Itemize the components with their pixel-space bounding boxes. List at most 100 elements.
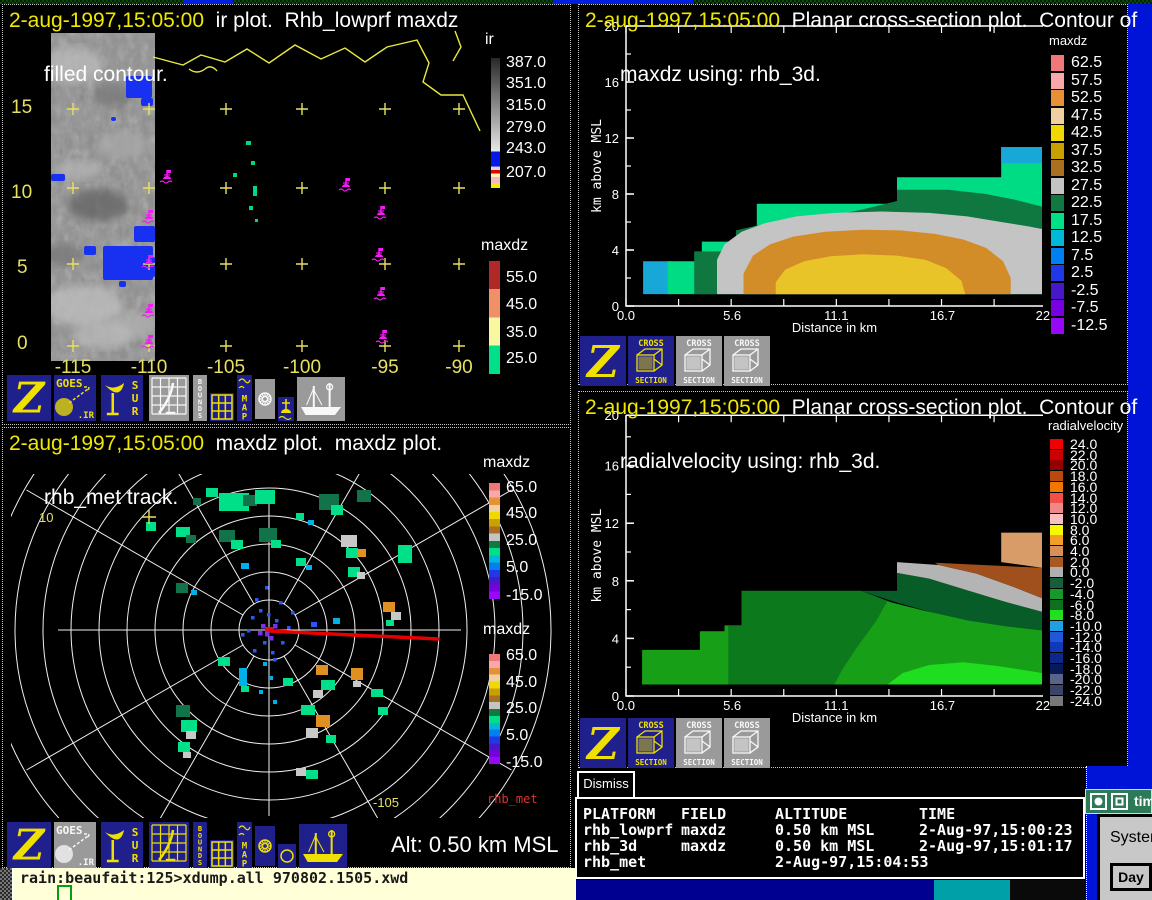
dismiss-button[interactable]: Dismiss	[577, 771, 635, 800]
bounds-icon: BOUNDS	[193, 822, 207, 868]
toolbar-button-map[interactable]: MAP	[237, 822, 252, 868]
screen: 151050-115-110-105-100-95-90 2-aug-1997,…	[0, 0, 1152, 900]
z-icon: Z	[580, 718, 626, 768]
toolbar-button-bounds[interactable]: BOUNDS	[193, 822, 207, 868]
table-row: rhb_lowprfmaxdz0.50 km MSL2-Aug-97,15:00…	[577, 821, 1083, 837]
svg-text:GOES: GOES	[56, 824, 83, 837]
panel-radialvelocity-cross-section: 0481216200.05.611.116.722Distance in kmk…	[578, 391, 1128, 768]
colorbar-swatch	[1050, 578, 1063, 588]
toolbar-button-cross[interactable]: CROSSSECTION	[724, 718, 770, 768]
colorbar-swatch	[1050, 674, 1063, 684]
svg-text:0.0: 0.0	[617, 308, 635, 323]
colorbar-tick-label: 32.5	[1071, 159, 1102, 177]
toolbar-button-gear[interactable]	[255, 379, 275, 419]
title-line2: filled contour.	[44, 63, 168, 86]
colorbar-swatch	[1050, 471, 1063, 481]
panel-title: 2-aug-1997,15:05:00 maxdz plot. maxdz pl…	[9, 430, 442, 511]
toolbar-button-map[interactable]: MAP	[237, 375, 252, 421]
toolbar-button-grid3[interactable]	[210, 393, 234, 421]
map-icon: MAP	[237, 822, 252, 868]
table-header-row: PLATFORMFIELDALTITUDETIME	[577, 805, 1083, 821]
toolbar-button-sur[interactable]: SUR	[101, 375, 143, 421]
colorbar-tick-label: 22.5	[1071, 194, 1102, 212]
svg-text:R: R	[132, 852, 139, 865]
time-window-titlebar[interactable]: tim	[1085, 789, 1152, 814]
svg-text:Z: Z	[585, 719, 621, 768]
toolbar-button-ship[interactable]	[297, 377, 345, 421]
colorbar-gradient	[489, 483, 500, 599]
maxdz-colorbar-title: maxdz	[483, 454, 530, 472]
title-line2: radialvelocity using: rhb_3d.	[620, 450, 880, 473]
colorbar-swatch	[1050, 546, 1063, 556]
colorbar-tick-label: 27.5	[1071, 177, 1102, 195]
toolbar-button-goes[interactable]: GOES.IR	[54, 375, 96, 421]
svg-text:5.6: 5.6	[723, 308, 741, 323]
colorbar-swatch	[1051, 73, 1064, 89]
toolbar-button-goes[interactable]: GOES.IR	[54, 822, 96, 868]
svg-text:Distance in km: Distance in km	[792, 320, 877, 335]
colorbar-tick-label: 35.0	[506, 324, 537, 342]
map-icon: MAP	[237, 375, 252, 421]
cross-icon: CROSSSECTION	[628, 336, 674, 386]
svg-text:U: U	[132, 839, 139, 852]
top-edge-blue-segment	[553, 0, 693, 4]
svg-text:S: S	[132, 379, 139, 392]
toolbar-button-bounds[interactable]: BOUNDS	[193, 375, 207, 421]
toolbar-button-cross[interactable]: CROSSSECTION	[628, 718, 674, 768]
toolbar-button-gridradar[interactable]	[149, 822, 189, 868]
track-platform-label: rhb_met	[487, 792, 538, 806]
toolbar-button-z[interactable]: Z	[580, 718, 626, 768]
toolbar-button-gridradar[interactable]	[149, 375, 189, 421]
bottom-strip-navy	[576, 878, 934, 900]
toolbar-button-cross[interactable]: CROSSSECTION	[628, 336, 674, 386]
toolbar-button-circle[interactable]	[278, 844, 296, 868]
goes-icon: GOES.IR	[54, 822, 96, 868]
toolbar-button-sur[interactable]: SUR	[101, 822, 143, 868]
colorbar-swatch	[1051, 195, 1064, 211]
terminal-scrollbar[interactable]	[0, 868, 13, 900]
toolbar-button-buoy[interactable]	[278, 397, 294, 421]
svg-text:km above MSL: km above MSL	[590, 119, 605, 213]
toolbar-button-z[interactable]: Z	[7, 375, 51, 421]
colorbar-tick-label: 315.0	[506, 97, 546, 115]
colorbar-tick-label: 55.0	[506, 269, 537, 287]
window-iconify-button[interactable]	[1111, 793, 1128, 810]
terminal-window[interactable]: rain:beaufait:125>xdump.all 970802.1505.…	[0, 868, 576, 900]
toolbar-button-cross[interactable]: CROSSSECTION	[676, 336, 722, 386]
svg-text:5.6: 5.6	[723, 698, 741, 713]
colorbar-swatch	[1050, 557, 1063, 567]
title-line2: rhb_met track.	[44, 486, 178, 509]
colorbar-tick-label: 243.0	[506, 140, 546, 158]
maxdz-colorbar-title: maxdz	[483, 621, 530, 639]
toolbar-button-z[interactable]: Z	[7, 822, 51, 868]
window-menu-button[interactable]	[1090, 793, 1107, 810]
colorbar-swatch	[1051, 248, 1064, 264]
maxdz-colorbar-title: maxdz	[481, 237, 528, 255]
colorbar-swatch	[1050, 482, 1063, 492]
colorbar-swatch	[1050, 621, 1063, 631]
colorbar-tick-label: 65.0	[506, 647, 537, 665]
colorbar-tick-label: 5.0	[506, 559, 528, 577]
svg-text:P: P	[242, 860, 248, 868]
toolbar-button-grid3[interactable]	[210, 840, 234, 868]
toolbar-button-cross[interactable]: CROSSSECTION	[724, 336, 770, 386]
colorbar-swatch	[1051, 90, 1064, 106]
title-text: ir plot. Rhb_lowprf maxdz	[204, 9, 458, 32]
colorbar-tick-label: 2.5	[1071, 264, 1093, 282]
day-button[interactable]: Day	[1110, 863, 1152, 891]
colorbar-tick-label: 12.5	[1071, 229, 1102, 247]
gridradar-icon	[149, 822, 189, 868]
colorbar-tick-label: 47.5	[1071, 107, 1102, 125]
toolbar-button-cross[interactable]: CROSSSECTION	[676, 718, 722, 768]
platform-status-table: PLATFORMFIELDALTITUDETIMErhb_lowprfmaxdz…	[575, 797, 1085, 879]
toolbar-button-gear[interactable]	[255, 826, 275, 866]
colorbar-swatch	[1051, 300, 1064, 316]
toolbar-button-z[interactable]: Z	[580, 336, 626, 386]
toolbar-button-ship[interactable]	[299, 824, 347, 868]
title-text: Planar cross-section plot. Contour of	[780, 9, 1137, 32]
colorbar-swatch	[1050, 642, 1063, 652]
toolbar-ir-panel: ZGOES.IRSUR BOUNDS MAP	[3, 375, 570, 423]
colorbar-swatch	[1050, 514, 1063, 524]
svg-text:GOES: GOES	[56, 377, 83, 390]
colorbar-tick-label: 57.5	[1071, 72, 1102, 90]
